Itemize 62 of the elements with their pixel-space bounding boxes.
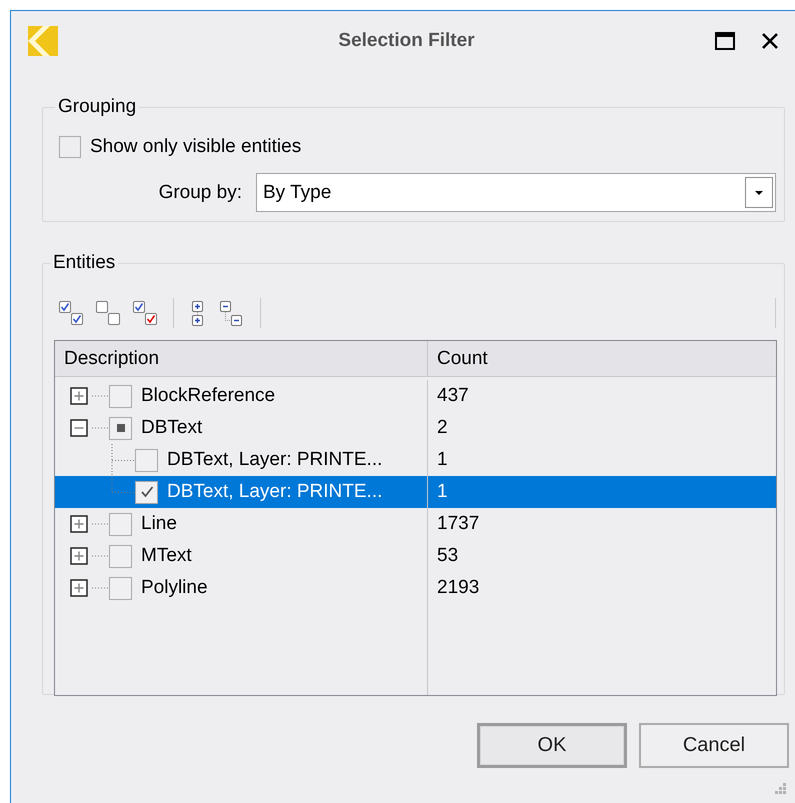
expand-icon[interactable]	[70, 547, 88, 565]
count-cell-text: 1737	[436, 512, 480, 536]
description-text: DBText, Layer: PRINTE...	[167, 449, 382, 471]
checkbox[interactable]	[109, 576, 132, 600]
check-all-button[interactable]	[58, 300, 85, 326]
checkbox[interactable]	[59, 136, 81, 158]
group-title: Grouping	[58, 96, 136, 117]
collapse-icon[interactable]	[70, 419, 88, 437]
plus-boxes-icon	[192, 300, 205, 326]
expand-icon[interactable]	[70, 387, 88, 405]
maximize-icon[interactable]	[715, 32, 735, 50]
expand-icon[interactable]	[70, 579, 88, 597]
tree-row[interactable]: DBText, Layer: PRINTE... 1	[55, 476, 776, 508]
tree-connector-line	[91, 394, 109, 398]
checkbox[interactable]	[135, 448, 158, 472]
tree-connector-line	[91, 554, 109, 558]
checked-checkboxes-icon	[58, 300, 85, 326]
window-title: Selection Filter	[337, 30, 476, 52]
group-title: Entities	[53, 252, 116, 273]
caret-icon	[754, 190, 764, 196]
field-label: Group by:	[158, 182, 242, 204]
description-text: DBText	[141, 417, 202, 439]
tree-row[interactable]: Polyline 2193	[55, 572, 776, 604]
column-header[interactable]: Description	[55, 341, 428, 376]
invert-check-button[interactable]	[132, 300, 159, 326]
count-cell-text: 437	[436, 384, 470, 408]
checkbox[interactable]	[109, 544, 132, 568]
checkbox[interactable]	[135, 480, 158, 504]
dialog-button[interactable]: OK	[477, 723, 627, 768]
description-text: MText	[141, 545, 192, 567]
description-text: Polyline	[141, 577, 208, 599]
description-text: DBText, Layer: PRINTE...	[167, 481, 382, 503]
tree-row[interactable]: DBText 2	[55, 412, 776, 444]
checkbox[interactable]	[109, 384, 132, 408]
uncheck-all-button[interactable]	[95, 300, 122, 326]
resize-grip-icon	[773, 781, 787, 795]
description-text: BlockReference	[141, 385, 276, 407]
count-cell-text: 53	[436, 544, 460, 568]
checkbox-label: Show only visible entities	[90, 136, 302, 158]
expand-icon[interactable]	[70, 515, 88, 533]
checkbox[interactable]	[109, 512, 132, 536]
column-header[interactable]: Count	[428, 341, 776, 376]
tree-row[interactable]: MText 53	[55, 540, 776, 572]
count-cell-text: 1	[436, 480, 449, 504]
count-cell-text: 1	[436, 448, 449, 472]
count-cell-text: 2193	[436, 576, 480, 600]
description-text: Line	[141, 513, 177, 535]
dialog-button[interactable]: Cancel	[639, 723, 789, 768]
checkbox[interactable]	[109, 416, 132, 440]
tree-row[interactable]: BlockReference 437	[55, 380, 776, 412]
tree-row[interactable]: Line 1737	[55, 508, 776, 540]
tree-connector-line	[91, 522, 109, 526]
group-by-dropdown[interactable]: By Type	[256, 173, 776, 212]
tree-connector-line	[91, 586, 109, 590]
expand-all-button[interactable]	[192, 300, 205, 326]
close-icon[interactable]	[761, 32, 779, 50]
empty-checkboxes-icon	[95, 300, 122, 326]
checkmark-icon	[140, 486, 154, 498]
checkboxes-icon	[132, 300, 159, 326]
tree-connector-line	[91, 426, 109, 430]
count-cell-text: 2	[436, 416, 449, 440]
logo-icon	[28, 26, 58, 56]
